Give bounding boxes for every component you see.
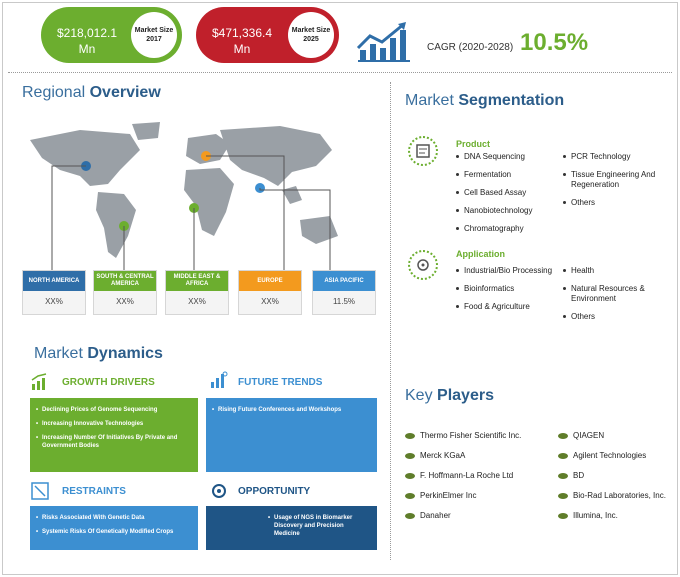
key-players-title: Key Players <box>405 387 494 404</box>
restraint-item: Risks Associated With Genetic Data <box>36 514 192 522</box>
cagr-label: CAGR (2020-2028) <box>427 42 514 53</box>
region-value: XX% <box>45 297 63 306</box>
region-value: XX% <box>261 297 279 306</box>
region-value: XX% <box>116 297 134 306</box>
key-player-item: BD <box>558 471 670 481</box>
application-item: Bioinformatics <box>456 284 556 294</box>
application-list-col2: Health Natural Resources & Environment O… <box>563 266 673 330</box>
key-player-item: Danaher <box>405 511 553 521</box>
key-player-item: Thermo Fisher Scientific Inc. <box>405 431 553 441</box>
market-size-2025-value: $471,336.4 Mn <box>211 26 273 56</box>
market-size-2017-label: Market Size 2017 <box>131 12 177 58</box>
restraints-heading: RESTRAINTS <box>62 486 126 497</box>
application-item: Others <box>563 312 673 322</box>
region-label: MIDDLE EAST & AFRICA <box>166 271 228 291</box>
restraint-item: Systemic Risks Of Genetically Modified C… <box>36 528 192 536</box>
market-segmentation-title: Market Segmentation <box>405 92 565 109</box>
application-item: Natural Resources & Environment <box>563 284 673 304</box>
market-size-2017-pill: $218,012.1 Mn Market Size 2017 <box>41 7 182 63</box>
product-item: Nanobiotechnology <box>456 206 556 216</box>
key-player-item: Bio-Rad Laboratories, Inc. <box>558 491 670 501</box>
application-icon <box>408 250 438 280</box>
product-icon <box>408 136 438 166</box>
region-label: NORTH AMERICA <box>23 271 85 291</box>
header-divider <box>8 72 672 73</box>
region-label: EUROPE <box>239 271 301 291</box>
market-size-2025-pill: $471,336.4 Mn Market Size 2025 <box>196 7 339 63</box>
product-item: Chromatography <box>456 224 556 234</box>
region-europe: EUROPE XX% <box>238 270 302 315</box>
application-item: Industrial/Bio Processing <box>456 266 556 276</box>
region-value: XX% <box>188 297 206 306</box>
growth-driver-item: Increasing Innovative Technologies <box>36 420 192 428</box>
market-dynamics-title: Market Dynamics <box>34 345 163 362</box>
application-item: Health <box>563 266 673 276</box>
restraints-box: Risks Associated With Genetic Data Syste… <box>30 506 198 550</box>
growth-drivers-icon <box>31 373 47 390</box>
product-item: Cell Based Assay <box>456 188 556 198</box>
restraints-icon <box>31 482 49 500</box>
opportunity-heading: OPPORTUNITY <box>238 486 311 497</box>
opportunity-item: Usage of NGS in Biomarker Discovery and … <box>268 514 371 538</box>
opportunity-box: Usage of NGS in Biomarker Discovery and … <box>206 506 377 550</box>
market-size-2025-label: Market Size 2025 <box>288 12 334 58</box>
growth-drivers-heading: GROWTH DRIVERS <box>62 377 155 388</box>
key-player-item: Illumina, Inc. <box>558 511 670 521</box>
region-asia-pacific: ASIA PACIFIC 11.5% <box>312 270 376 315</box>
future-trends-icon <box>211 371 228 388</box>
product-list-col1: DNA Sequencing Fermentation Cell Based A… <box>456 152 556 242</box>
region-label: SOUTH & CENTRAL AMERICA <box>94 271 156 291</box>
cagr-value: 10.5% <box>520 29 589 56</box>
application-heading: Application <box>456 249 505 259</box>
key-players-col2: QIAGEN Agilent Technologies BD Bio-Rad L… <box>558 431 670 531</box>
key-player-item: PerkinElmer Inc <box>405 491 553 501</box>
product-item: DNA Sequencing <box>456 152 556 162</box>
key-player-item: F. Hoffmann-La Roche Ltd <box>405 471 553 481</box>
regional-overview-title: Regional Overview <box>22 84 161 101</box>
key-player-item: Merck KGaA <box>405 451 553 461</box>
product-item: Fermentation <box>456 170 556 180</box>
column-divider <box>390 82 391 560</box>
future-trend-item: Rising Future Conferences and Workshops <box>212 406 371 414</box>
product-item: Others <box>563 198 673 208</box>
growth-driver-item: Increasing Number Of Initiatives By Priv… <box>36 434 192 450</box>
region-middle-east-africa: MIDDLE EAST & AFRICA XX% <box>165 270 229 315</box>
product-item: Tissue Engineering And Regeneration <box>563 170 673 190</box>
growth-chart-icon <box>356 22 410 62</box>
world-map <box>30 122 338 270</box>
application-list-col1: Industrial/Bio Processing Bioinformatics… <box>456 266 556 320</box>
growth-driver-item: Declining Prices of Genome Sequencing <box>36 406 192 414</box>
future-trends-heading: FUTURE TRENDS <box>238 377 323 388</box>
region-value: 11.5% <box>332 297 356 306</box>
key-player-item: Agilent Technologies <box>558 451 670 461</box>
key-players-col1: Thermo Fisher Scientific Inc. Merck KGaA… <box>405 431 553 531</box>
application-item: Food & Agriculture <box>456 302 556 312</box>
opportunity-icon <box>212 484 226 498</box>
product-item: PCR Technology <box>563 152 673 162</box>
product-list-col2: PCR Technology Tissue Engineering And Re… <box>563 152 673 216</box>
region-label: ASIA PACIFIC <box>313 271 375 291</box>
region-north-america: NORTH AMERICA XX% <box>22 270 86 315</box>
future-trends-box: Rising Future Conferences and Workshops <box>206 398 377 472</box>
region-south-central-america: SOUTH & CENTRAL AMERICA XX% <box>93 270 157 315</box>
key-player-item: QIAGEN <box>558 431 670 441</box>
product-heading: Product <box>456 139 491 149</box>
growth-drivers-box: Declining Prices of Genome Sequencing In… <box>30 398 198 472</box>
market-size-2017-value: $218,012.1 Mn <box>56 26 118 56</box>
